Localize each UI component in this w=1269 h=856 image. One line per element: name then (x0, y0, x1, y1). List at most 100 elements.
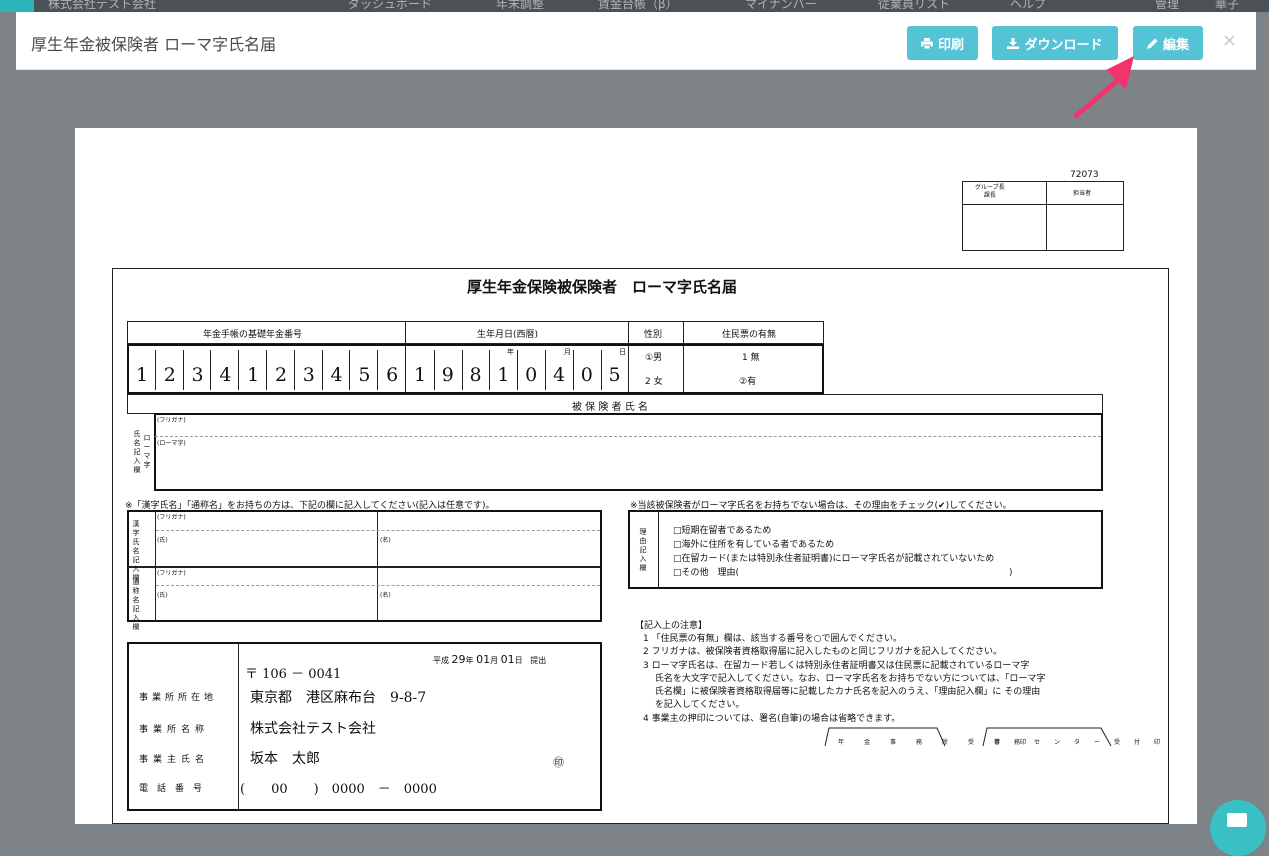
gender-male: ①男 (645, 353, 663, 363)
submit-era: 平成 (433, 656, 449, 665)
nav-dashboard[interactable]: ダッシュボード (348, 0, 432, 12)
digit-divider (210, 350, 212, 390)
digit-divider (489, 350, 491, 390)
annotation-arrow-icon (1073, 56, 1134, 119)
submit-day: 01 (500, 653, 515, 666)
digit-divider (293, 350, 295, 390)
furigana-label: (フリガナ) (157, 417, 186, 424)
submit-year-unit: 年 (465, 656, 474, 665)
note-4: 4 事業主の押印については、署名(自筆)の場合は省略できます。 (643, 714, 901, 724)
residence-header: 住民票の有無 (722, 330, 777, 340)
pension-digit: 4 (219, 364, 232, 386)
nav-year-end[interactable]: 年末調整 (496, 0, 544, 12)
nav-employees[interactable]: 従業員リスト (878, 0, 950, 12)
pension-digit: 6 (386, 364, 399, 386)
seal-mark: ㊞ (553, 756, 564, 769)
alias-surname-label: (氏) (157, 592, 168, 599)
birth-digit: 8 (469, 364, 482, 386)
divider (1046, 181, 1047, 251)
phone-number: ( 00 ) 0000 － 0000 (240, 782, 437, 797)
digit-divider (517, 350, 519, 390)
reason-label: 理由記入欄 (639, 528, 647, 572)
digit-divider (266, 350, 267, 390)
alias-furigana-label: (フリガナ) (157, 570, 186, 577)
birth-unit-month: 月 (564, 348, 571, 356)
birth-digit: 0 (580, 364, 593, 386)
note-2: 2 フリガナは、被保険者資格取得届に記入したものと同じフリガナを記入してください… (643, 647, 1003, 657)
pension-digit: 4 (330, 364, 343, 386)
approval-staff: 担当者 (1073, 190, 1092, 197)
kanji-given-label: (名) (380, 537, 391, 544)
digit-divider (433, 350, 435, 390)
phone-label: 電話番号 (139, 784, 212, 794)
name-row-label: 氏名記入欄 (133, 430, 141, 474)
submit-year: 29 (451, 653, 466, 666)
gender-female: 2 女 (645, 377, 663, 387)
digit-divider (349, 350, 351, 390)
office-name: 株式会社テスト会社 (250, 721, 376, 737)
chat-bubble-icon[interactable] (1210, 800, 1266, 856)
approval-group-head: グループ長 課長 (975, 184, 1005, 199)
insured-name-header: 被 保 険 者 氏 名 (572, 402, 648, 413)
pension-digit: 1 (135, 364, 149, 386)
pension-header: 年金手帳の基礎年金番号 (203, 330, 303, 340)
print-button[interactable]: 印刷 (907, 26, 978, 60)
document-preview: 72073 グループ長 課長 担当者 厚生年金保険被保険者 ローマ字氏名届 年金… (75, 128, 1197, 824)
submit-month: 01 (476, 653, 491, 666)
residence-yes: ②有 (739, 377, 757, 387)
gender-header: 性別 (644, 330, 663, 340)
birth-digit: 9 (441, 364, 454, 386)
stamp-center: 事務センター受付印 (994, 739, 1175, 746)
pension-digit: 5 (358, 364, 371, 386)
digit-divider (600, 350, 602, 390)
digit-divider (238, 350, 240, 390)
download-icon (1007, 37, 1020, 49)
reason-4: □その他 理由( ) (673, 568, 1013, 578)
close-icon[interactable]: × (1222, 30, 1237, 51)
nav-user[interactable]: 華子 (1215, 0, 1239, 12)
nav-mynumber[interactable]: マイナンバー (745, 0, 817, 12)
digit-divider (154, 350, 156, 390)
reason-2: □海外に住所を有している者であるため (673, 540, 835, 550)
reason-1: □短期在留者であるため (673, 526, 772, 536)
notes-title: 【記入上の注意】 (635, 621, 708, 631)
nav-payroll[interactable]: 賃金台帳（β） (598, 0, 678, 12)
divider (155, 436, 1101, 437)
nav-help[interactable]: ヘルプ (1010, 0, 1046, 12)
print-label: 印刷 (937, 37, 964, 53)
form-title: 厚生年金保険被保険者 ローマ字氏名届 (467, 278, 738, 296)
divider (156, 530, 600, 531)
pension-digit: 2 (274, 364, 288, 386)
birth-digit: 5 (608, 364, 621, 386)
download-label: ダウンロード (1024, 37, 1103, 53)
postal-code: 〒 106 － 0041 (245, 667, 342, 682)
digit-divider (321, 350, 323, 390)
company-switcher[interactable]: 株式会社テスト会社 (48, 0, 156, 12)
birth-unit-day: 日 (619, 348, 626, 356)
pension-digit: 1 (247, 364, 260, 386)
app-logo[interactable] (0, 0, 34, 12)
digit-divider (182, 350, 184, 390)
office-address-label: 事業所所在地 (139, 693, 218, 703)
pencil-icon (1146, 38, 1158, 49)
alias-given-label: (名) (380, 592, 391, 599)
roman-sub-label: (ローマ字) (157, 440, 186, 447)
digit-divider (377, 350, 379, 390)
print-icon (920, 37, 933, 49)
divider (962, 204, 1124, 205)
owner-label: 事業主氏名 (139, 755, 210, 765)
divider (156, 585, 600, 586)
owner-name: 坂本 太郎 (250, 751, 320, 767)
kanji-furigana-label: (フリガナ) (157, 514, 186, 521)
digit-divider (545, 350, 546, 390)
kanji-surname-label: (氏) (157, 537, 168, 544)
birth-digit: 1 (497, 364, 510, 386)
note-3c: 氏名欄」に被保険者資格取得届等に記載したカナ氏名を記入のうえ、「理由記入欄」に … (643, 687, 1041, 697)
office-name-label: 事業所名称 (139, 725, 210, 735)
submit-month-unit: 月 (490, 656, 499, 665)
pension-digit: 3 (302, 364, 315, 386)
office-address: 東京都 港区麻布台 9-8-7 (250, 690, 427, 706)
pension-digit: 2 (163, 364, 176, 386)
reason-3: □在留カード(または特別永住者証明書)にローマ字氏名が記載されていないため (673, 554, 995, 564)
nav-admin[interactable]: 管理 (1155, 0, 1179, 12)
